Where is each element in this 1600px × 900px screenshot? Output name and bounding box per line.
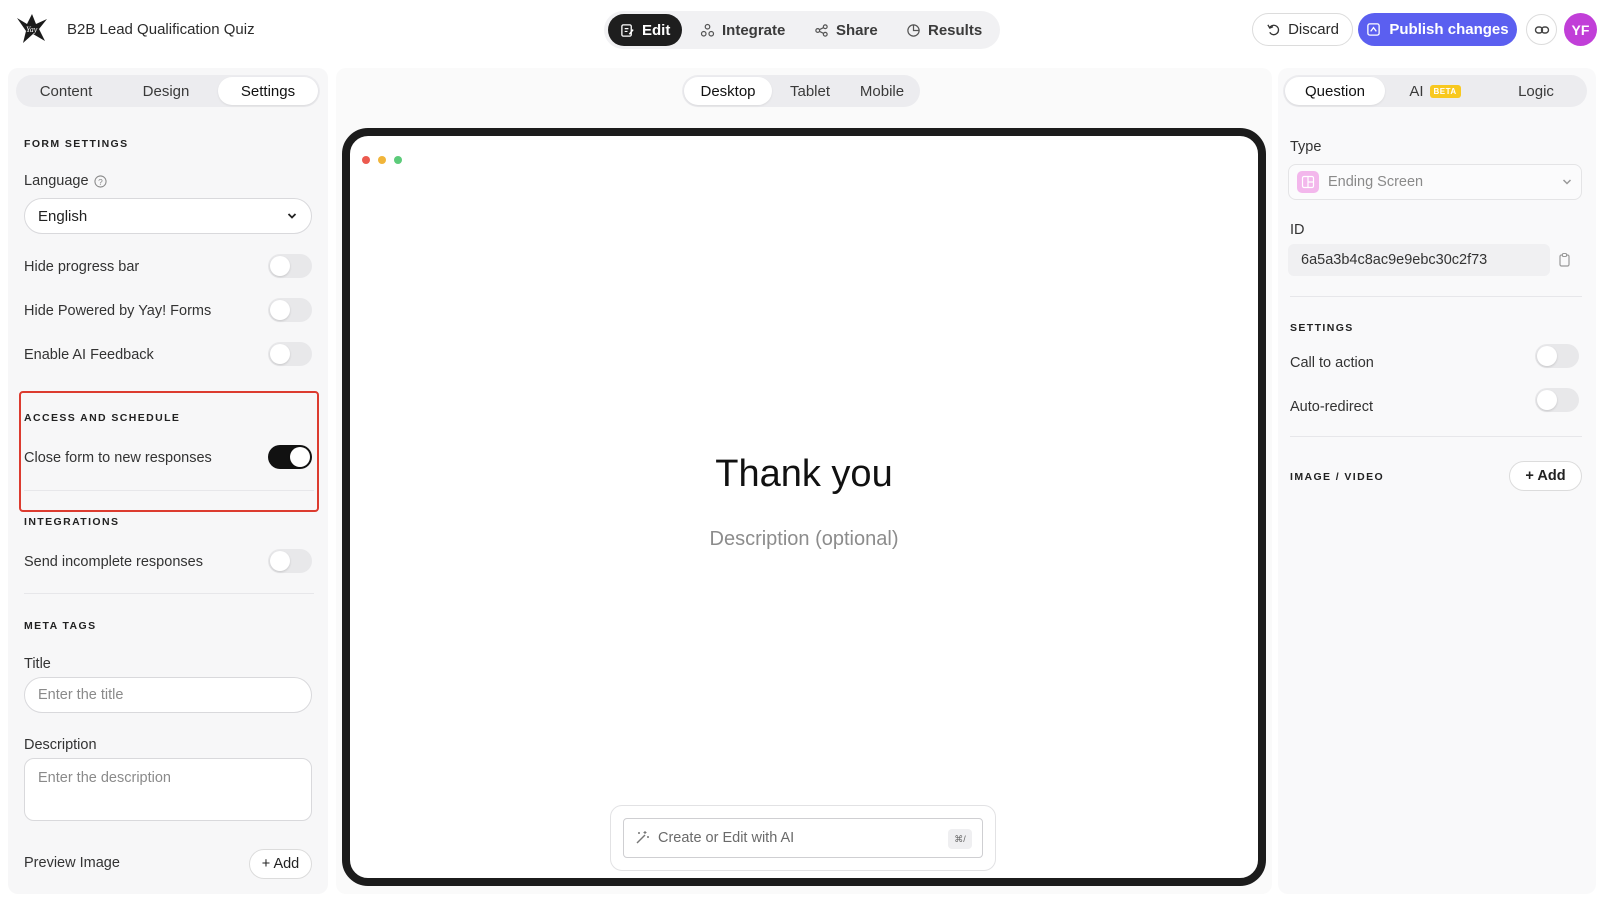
tab-edit-label: Edit: [642, 21, 671, 39]
integrate-icon: [700, 23, 715, 37]
divider: [1290, 296, 1582, 297]
edit-icon: [621, 23, 634, 37]
access-schedule-heading: ACCESS AND SCHEDULE: [24, 412, 181, 424]
device-preview-frame: Thank you Description (optional): [342, 128, 1266, 886]
auto-redirect-label: Auto-redirect: [1290, 399, 1374, 415]
form-title[interactable]: B2B Lead Qualification Quiz: [67, 21, 255, 38]
call-to-action-label: Call to action: [1290, 355, 1374, 371]
ending-description[interactable]: Description (optional): [350, 528, 1258, 551]
tab-tablet[interactable]: Tablet: [774, 77, 846, 105]
preview-image-label: Preview Image: [24, 855, 120, 871]
tab-logic[interactable]: Logic: [1487, 77, 1585, 105]
window-close-dot: [362, 156, 370, 164]
copy-icon[interactable]: [1557, 252, 1573, 268]
tab-results[interactable]: Results: [894, 14, 994, 46]
meta-title-input[interactable]: [24, 677, 312, 713]
question-settings-heading: SETTINGS: [1290, 322, 1354, 334]
top-bar: Yay B2B Lead Qualification Quiz Edit Int…: [0, 0, 1600, 60]
avatar[interactable]: YF: [1564, 13, 1597, 46]
type-select[interactable]: Ending Screen: [1288, 164, 1582, 200]
tab-integrate-label: Integrate: [722, 21, 786, 39]
divider: [1290, 436, 1582, 437]
device-tabs: Desktop Tablet Mobile: [682, 75, 920, 107]
type-label: Type: [1290, 139, 1322, 155]
share-icon: [815, 23, 828, 37]
tab-desktop[interactable]: Desktop: [684, 77, 772, 105]
add-media-button[interactable]: + Add: [1509, 461, 1582, 491]
hide-progress-bar-toggle[interactable]: [268, 254, 312, 278]
add-preview-image-button[interactable]: + Add: [249, 849, 312, 879]
tab-edit[interactable]: Edit: [608, 14, 683, 46]
language-select[interactable]: English: [24, 198, 312, 234]
main-nav: Edit Integrate Share Results: [604, 11, 1000, 49]
link-icon: [1534, 25, 1549, 34]
yay-logo-icon[interactable]: Yay: [14, 10, 50, 46]
publish-button[interactable]: Publish changes: [1358, 13, 1517, 46]
beta-badge: BETA: [1429, 84, 1461, 98]
ai-prompt-placeholder: Create or Edit with AI: [658, 830, 795, 846]
id-label: ID: [1290, 222, 1305, 238]
meta-title-label: Title: [24, 656, 51, 672]
auto-redirect-toggle[interactable]: [1535, 388, 1579, 412]
image-video-heading: IMAGE / VIDEO: [1290, 471, 1385, 483]
ai-prompt-input[interactable]: Create or Edit with AI ⌘/: [623, 818, 983, 858]
window-maximize-dot: [394, 156, 402, 164]
tab-ai[interactable]: AI BETA: [1387, 77, 1483, 105]
help-icon[interactable]: ?: [93, 174, 107, 188]
ending-screen-icon: [1297, 171, 1319, 193]
chevron-down-icon: [1562, 179, 1572, 185]
copy-link-button[interactable]: [1526, 14, 1557, 45]
id-field: 6a5a3b4c8ac9e9ebc30c2f73: [1288, 244, 1550, 276]
tab-share-label: Share: [836, 21, 878, 39]
tab-question[interactable]: Question: [1285, 77, 1385, 105]
divider: [24, 593, 314, 594]
tab-integrate[interactable]: Integrate: [688, 14, 797, 46]
svg-text:Yay: Yay: [26, 25, 38, 34]
enable-ai-feedback-toggle[interactable]: [268, 342, 312, 366]
tab-settings[interactable]: Settings: [218, 77, 318, 105]
divider: [24, 490, 314, 491]
tab-ai-label: AI: [1409, 82, 1424, 100]
discard-button[interactable]: Discard: [1252, 13, 1353, 46]
discard-label: Discard: [1288, 21, 1339, 38]
hide-powered-label: Hide Powered by Yay! Forms: [24, 303, 212, 319]
publish-label: Publish changes: [1389, 21, 1509, 38]
send-incomplete-label: Send incomplete responses: [24, 554, 203, 570]
language-value: English: [38, 207, 88, 225]
hide-powered-toggle[interactable]: [268, 298, 312, 322]
ending-heading[interactable]: Thank you: [350, 453, 1258, 496]
tab-mobile[interactable]: Mobile: [846, 77, 918, 105]
tab-results-label: Results: [928, 21, 983, 39]
magic-wand-icon: [636, 831, 649, 844]
chevron-down-icon: [287, 213, 297, 219]
right-tabs: Question AI BETA Logic: [1283, 75, 1587, 107]
results-icon: [907, 23, 920, 37]
language-label-row: Language ?: [24, 173, 107, 189]
window-minimize-dot: [378, 156, 386, 164]
close-form-label: Close form to new responses: [24, 450, 212, 466]
integrations-heading: INTEGRATIONS: [24, 516, 120, 528]
enable-ai-feedback-label: Enable AI Feedback: [24, 347, 154, 363]
tab-content[interactable]: Content: [18, 77, 114, 105]
shortcut-hint: ⌘/: [948, 829, 972, 849]
meta-description-input[interactable]: [24, 758, 312, 821]
publish-icon: [1367, 23, 1381, 36]
hide-progress-bar-label: Hide progress bar: [24, 259, 140, 275]
ai-prompt-container: Create or Edit with AI ⌘/: [610, 805, 996, 871]
svg-text:?: ?: [98, 176, 103, 186]
form-settings-heading: FORM SETTINGS: [24, 138, 129, 150]
close-form-toggle[interactable]: [268, 445, 312, 469]
call-to-action-toggle[interactable]: [1535, 344, 1579, 368]
type-value: Ending Screen: [1328, 174, 1424, 190]
tab-design[interactable]: Design: [118, 77, 214, 105]
undo-icon: [1267, 24, 1280, 36]
left-tabs: Content Design Settings: [16, 75, 320, 107]
meta-tags-heading: META TAGS: [24, 620, 97, 632]
meta-description-label: Description: [24, 737, 97, 753]
language-label: Language: [24, 173, 89, 189]
tab-share[interactable]: Share: [802, 14, 890, 46]
send-incomplete-toggle[interactable]: [268, 549, 312, 573]
